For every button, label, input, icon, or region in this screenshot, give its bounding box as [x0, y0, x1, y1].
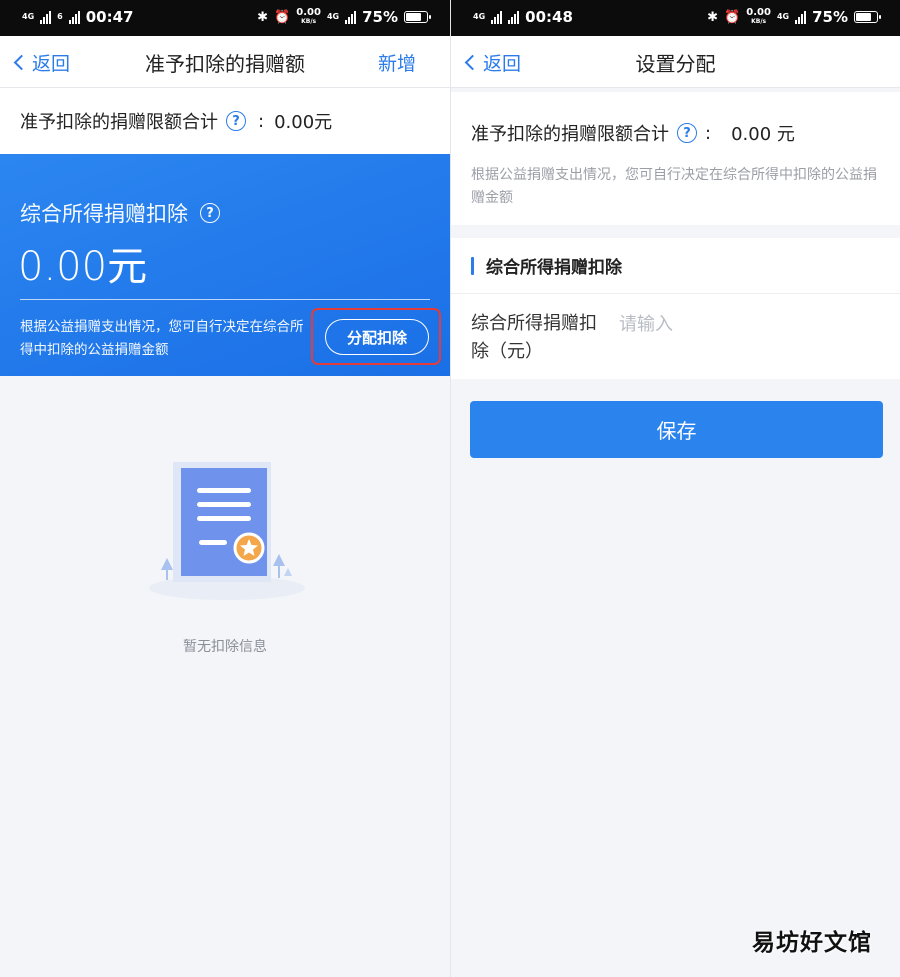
section-header: 综合所得捐赠扣除 — [451, 238, 900, 294]
nav-bar: 返回 设置分配 — [451, 36, 900, 88]
bluetooth-icon: ✱ — [257, 9, 269, 25]
bluetooth-icon: ✱ — [707, 9, 719, 25]
total-value: 0.00元 — [274, 112, 333, 133]
signal-icon-right — [795, 10, 807, 24]
page-title: 设置分配 — [635, 52, 716, 76]
signal-icon-secondary — [68, 10, 80, 24]
battery-percent: 75% — [362, 8, 398, 26]
total-colon: : — [258, 110, 265, 132]
allocate-deduction-button[interactable]: 分配扣除 — [325, 319, 429, 355]
card-description: 根据公益捐赠支出情况，您可自行决定在综合所得中扣除的公益捐赠金额 — [20, 319, 304, 358]
alarm-icon: ⏰ — [724, 9, 741, 25]
network-type-right: 4G — [776, 12, 790, 21]
help-icon[interactable]: ? — [200, 203, 220, 223]
total-label: 准予扣除的捐赠限额合计 — [471, 124, 669, 145]
save-button[interactable]: 保存 — [470, 401, 883, 458]
deduction-amount-field: 综合所得捐赠扣除（元） — [451, 294, 900, 379]
total-value: 0.00 元 — [731, 124, 795, 145]
allocation-section: 综合所得捐赠扣除 综合所得捐赠扣除（元） — [451, 238, 900, 379]
signal-icon — [40, 10, 52, 24]
card-label-row: 综合所得捐赠扣除 ? — [20, 198, 220, 228]
signal-icon-right — [345, 10, 357, 24]
nav-bar: 返回 准予扣除的捐赠额 新增 — [0, 36, 450, 88]
signal-icon — [491, 10, 503, 24]
section-title: 综合所得捐赠扣除 — [486, 258, 622, 278]
highlight-box: 分配扣除 — [311, 308, 441, 365]
donation-limit-total: 准予扣除的捐赠限额合计 ? : 0.00元 — [0, 88, 450, 154]
empty-message: 暂无扣除信息 — [183, 639, 267, 655]
card-amount: 0.00元 — [18, 244, 148, 290]
limit-description: 根据公益捐赠支出情况，您可自行决定在综合所得中扣除的公益捐赠金额 — [471, 167, 877, 206]
card-label: 综合所得捐赠扣除 — [20, 202, 188, 226]
network-type-right: 4G — [326, 12, 340, 21]
add-button[interactable]: 新增 — [378, 49, 416, 76]
network-type: 4G — [473, 12, 486, 21]
watermark-logo: 易坊好文馆 — [752, 930, 872, 956]
deduction-amount-input[interactable] — [619, 308, 859, 340]
battery-icon — [854, 11, 881, 23]
status-time: 00:48 — [525, 8, 573, 26]
donation-limit-total: 准予扣除的捐赠限额合计 ? : 0.00 元 — [471, 120, 795, 146]
divider — [20, 299, 430, 300]
help-icon[interactable]: ? — [677, 123, 697, 143]
help-icon[interactable]: ? — [226, 111, 246, 131]
battery-icon — [404, 11, 431, 23]
network-speed: 0.00 KB/s — [746, 7, 771, 26]
total-label: 准予扣除的捐赠限额合计 — [20, 112, 218, 133]
status-bar: 4G 6 00:47 ✱ ⏰ 0.00 KB/s 4G 75% — [0, 0, 450, 36]
alarm-icon: ⏰ — [274, 9, 291, 25]
section-accent-bar — [471, 256, 474, 275]
left-screen: 4G 6 00:47 ✱ ⏰ 0.00 KB/s 4G 75% 返回 准予扣除的捐… — [0, 0, 450, 977]
right-screen: 4G 00:48 ✱ ⏰ 0.00 KB/s 4G 75% 返回 设置分配 准予扣… — [450, 0, 900, 977]
status-time: 00:47 — [85, 8, 134, 26]
limit-info-panel: 准予扣除的捐赠限额合计 ? : 0.00 元 根据公益捐赠支出情况，您可自行决定… — [451, 92, 900, 225]
total-colon: : — [705, 122, 712, 144]
signal-icon-secondary — [508, 10, 520, 24]
empty-document-icon — [149, 462, 305, 600]
status-bar: 4G 00:48 ✱ ⏰ 0.00 KB/s 4G 75% — [451, 0, 900, 36]
network-speed: 0.00 KB/s — [296, 7, 321, 26]
network-type: 4G — [22, 12, 35, 21]
field-label: 综合所得捐赠扣除（元） — [471, 313, 597, 362]
network-type-secondary: 6 — [57, 12, 63, 21]
battery-percent: 75% — [812, 8, 848, 26]
comprehensive-income-card: 综合所得捐赠扣除 ? 0.00元 根据公益捐赠支出情况，您可自行决定在综合所得中… — [0, 154, 450, 376]
